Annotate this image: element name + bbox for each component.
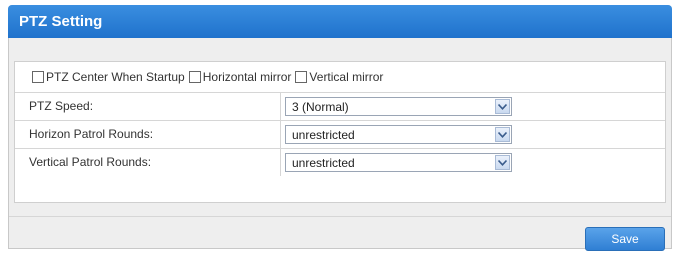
option-ptz-center[interactable]: PTZ Center When Startup (32, 70, 185, 84)
option-horizontal-mirror[interactable]: Horizontal mirror (188, 70, 292, 84)
vertical-patrol-value: unrestricted (292, 156, 355, 170)
horizon-patrol-select[interactable]: unrestricted (285, 125, 512, 144)
settings-table: PTZ Center When Startup Horizontal mirro… (14, 61, 666, 203)
horizontal-mirror-label: Horizontal mirror (202, 70, 292, 84)
options-row: PTZ Center When Startup Horizontal mirro… (15, 62, 665, 93)
save-button[interactable]: Save (585, 227, 665, 251)
panel-footer: Save (9, 216, 671, 251)
chevron-down-icon[interactable] (495, 127, 510, 142)
chevron-down-icon[interactable] (495, 155, 510, 170)
vertical-patrol-select[interactable]: unrestricted (285, 153, 512, 172)
horizon-patrol-row: Horizon Patrol Rounds: unrestricted (15, 121, 665, 149)
ptz-setting-panel: PTZ Setting PTZ Center When Startup Hori… (8, 5, 672, 251)
option-vertical-mirror[interactable]: Vertical mirror (295, 70, 383, 84)
horizontal-mirror-checkbox[interactable] (188, 71, 201, 83)
ptz-speed-select[interactable]: 3 (Normal) (285, 97, 512, 116)
vertical-patrol-row: Vertical Patrol Rounds: unrestricted (15, 149, 665, 176)
horizon-patrol-label: Horizon Patrol Rounds: (29, 127, 154, 141)
panel-title: PTZ Setting (19, 13, 103, 30)
ptz-speed-value: 3 (Normal) (292, 100, 349, 114)
horizon-patrol-value: unrestricted (292, 128, 355, 142)
ptz-speed-label: PTZ Speed: (29, 99, 94, 113)
column-divider (280, 149, 281, 176)
panel-header: PTZ Setting (8, 5, 672, 38)
vertical-mirror-label: Vertical mirror (309, 70, 384, 84)
ptz-center-label: PTZ Center When Startup (46, 70, 185, 84)
chevron-down-icon[interactable] (495, 99, 510, 114)
ptz-center-checkbox[interactable] (32, 71, 44, 83)
ptz-speed-row: PTZ Speed: 3 (Normal) (15, 93, 665, 121)
vertical-mirror-checkbox[interactable] (295, 71, 308, 83)
column-divider (280, 93, 281, 120)
column-divider (280, 121, 281, 148)
vertical-patrol-label: Vertical Patrol Rounds: (29, 155, 152, 169)
